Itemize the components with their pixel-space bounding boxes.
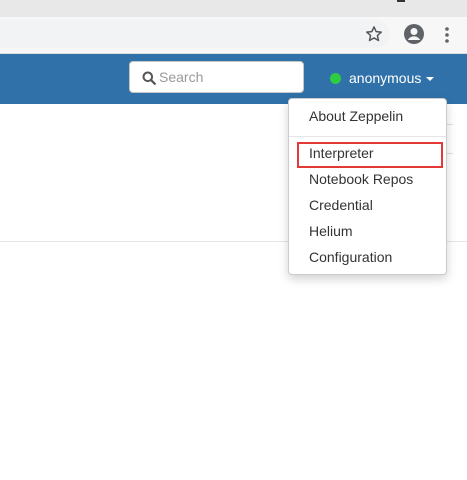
caret-down-icon (426, 77, 434, 81)
user-dropdown-menu: About Zeppelin Interpreter Notebook Repo… (288, 98, 447, 275)
browser-toolbar (0, 17, 467, 54)
minimize-dash[interactable] (397, 0, 405, 2)
search-icon (142, 71, 156, 85)
star-icon[interactable] (364, 24, 384, 44)
search-placeholder: Search (159, 69, 204, 85)
menu-item-helium[interactable]: Helium (309, 223, 353, 239)
window-top-strip (0, 0, 467, 17)
zeppelin-navbar: Search anonymous (0, 54, 467, 104)
menu-item-credential[interactable]: Credential (309, 197, 373, 213)
kebab-menu-icon[interactable] (441, 25, 453, 45)
menu-item-about-zeppelin[interactable]: About Zeppelin (309, 108, 403, 124)
menu-item-configuration[interactable]: Configuration (309, 249, 392, 265)
menu-divider (289, 136, 446, 137)
search-input[interactable]: Search (129, 61, 304, 93)
address-bar[interactable] (0, 20, 390, 48)
status-dot (330, 73, 341, 84)
menu-item-notebook-repos[interactable]: Notebook Repos (309, 171, 413, 187)
user-name: anonymous (349, 70, 422, 86)
account-circle-icon[interactable] (403, 23, 425, 45)
interpreter-highlight-box (297, 142, 443, 168)
